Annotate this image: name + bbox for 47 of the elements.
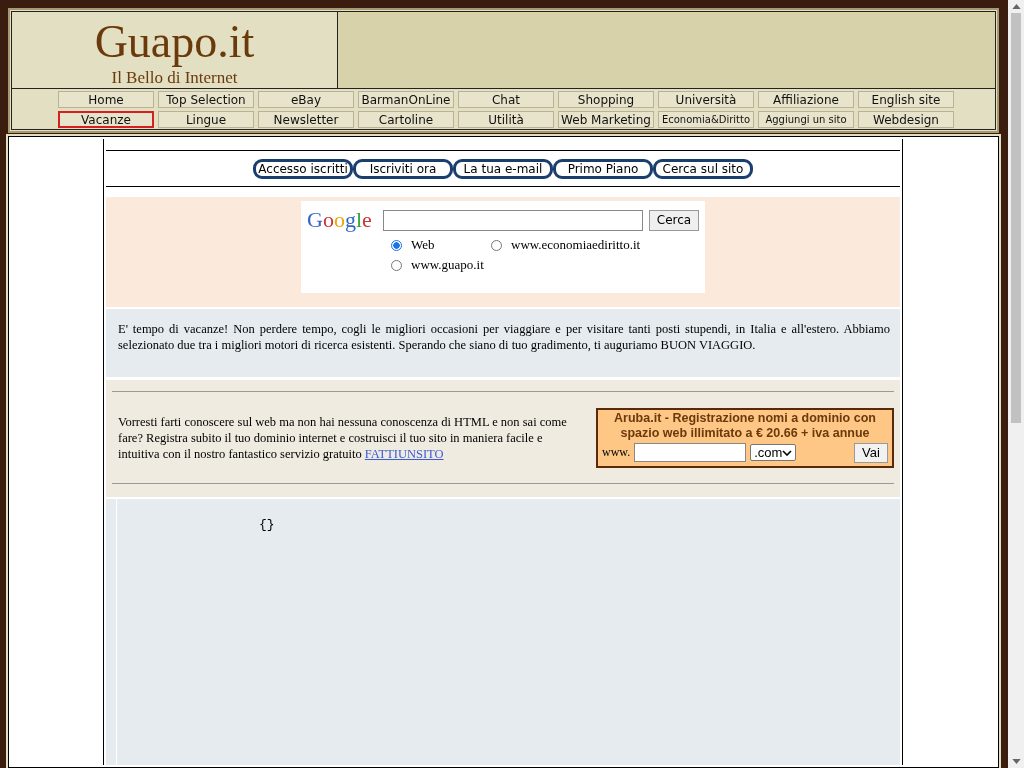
scroll-down-icon bbox=[1011, 759, 1021, 764]
scroll-up-icon bbox=[1011, 4, 1021, 9]
nav-button[interactable]: eBay bbox=[258, 91, 354, 108]
nav-button[interactable]: Home bbox=[58, 91, 154, 108]
nav-button[interactable]: Webdesign bbox=[858, 111, 954, 128]
site-title: Guapo.it bbox=[94, 15, 255, 69]
nav-button[interactable]: Aggiungi un sito bbox=[758, 111, 854, 128]
promo-link[interactable]: FATTIUNSITO bbox=[364, 446, 444, 461]
nav-button[interactable]: Top Selection bbox=[158, 91, 254, 108]
search-button[interactable]: Cerca bbox=[649, 209, 699, 231]
link-button[interactable]: Iscriviti ora bbox=[353, 159, 453, 179]
radio-button[interactable] bbox=[391, 259, 402, 271]
nav-button[interactable]: Vacanze bbox=[58, 111, 154, 128]
radio-button[interactable] bbox=[391, 239, 402, 251]
link-button[interactable]: Primo Piano bbox=[553, 159, 653, 179]
nav-button[interactable]: Web Marketing bbox=[558, 111, 654, 128]
nav-button[interactable]: Newsletter bbox=[258, 111, 354, 128]
nav-button[interactable]: Economia&Diritto bbox=[658, 111, 754, 128]
link-button[interactable]: La tua e-mail bbox=[453, 159, 553, 179]
scrollbar[interactable] bbox=[1008, 0, 1024, 768]
radio-button[interactable] bbox=[491, 239, 502, 251]
domain-prefix: www. bbox=[602, 445, 631, 460]
intro-paragraph: E' tempo di vacanze! Non perdere tempo, cogli le migliori occasioni per viaggiare e per visitare tanti posti stupendi, in Italia e all'estero. Abbiamo selezionato due tra i migliori motori di ricerca esistenti. Sperando che siano di tuo gradimento, ti auguriamo BUON VIAGGIO. bbox=[118, 321, 890, 353]
promo-paragraph: Vorresti farti conoscere sul web ma non hai nessuna conoscenza di HTML e non sai come fare? Registra subito il tuo dominio internet e costruisci il tuo sito in maniera facile e intuitiva con il nostro fantastico servizio gratuito FATTIUNSITO bbox=[118, 413, 568, 462]
nav-button[interactable]: Università bbox=[658, 91, 754, 108]
go-button[interactable]: Vai bbox=[854, 442, 888, 463]
domain-box-title: Aruba.it - Registrazione nomi a dominio con spazio web illimitato a € 20.66 + iva annue bbox=[613, 410, 877, 441]
caret-icon bbox=[782, 449, 793, 456]
nav-button[interactable]: English site bbox=[858, 91, 954, 108]
nav-button[interactable]: Cartoline bbox=[358, 111, 454, 128]
nav-button[interactable]: Chat bbox=[458, 91, 554, 108]
nav-button[interactable]: Shopping bbox=[558, 91, 654, 108]
radio-label: www.guapo.it bbox=[411, 257, 484, 273]
domain-field[interactable] bbox=[634, 443, 747, 462]
nav-button[interactable]: Affiliazione bbox=[758, 91, 854, 108]
extension-dropdown[interactable]: .com bbox=[750, 444, 797, 461]
radio-label: www.economiaediritto.it bbox=[511, 237, 641, 253]
search-field[interactable] bbox=[383, 209, 643, 231]
link-button[interactable]: Cerca sul sito bbox=[653, 159, 753, 179]
code-text: {} bbox=[259, 517, 275, 533]
site-tagline: Il Bello di Internet bbox=[111, 69, 238, 87]
google-logo: Google bbox=[307, 207, 373, 233]
nav-button[interactable]: BarmanOnLine bbox=[358, 91, 454, 108]
nav-button[interactable]: Utilità bbox=[458, 111, 554, 128]
nav-button[interactable]: Lingue bbox=[158, 111, 254, 128]
radio-label: Web bbox=[411, 237, 435, 253]
link-button[interactable]: Accesso iscritti bbox=[253, 159, 353, 179]
